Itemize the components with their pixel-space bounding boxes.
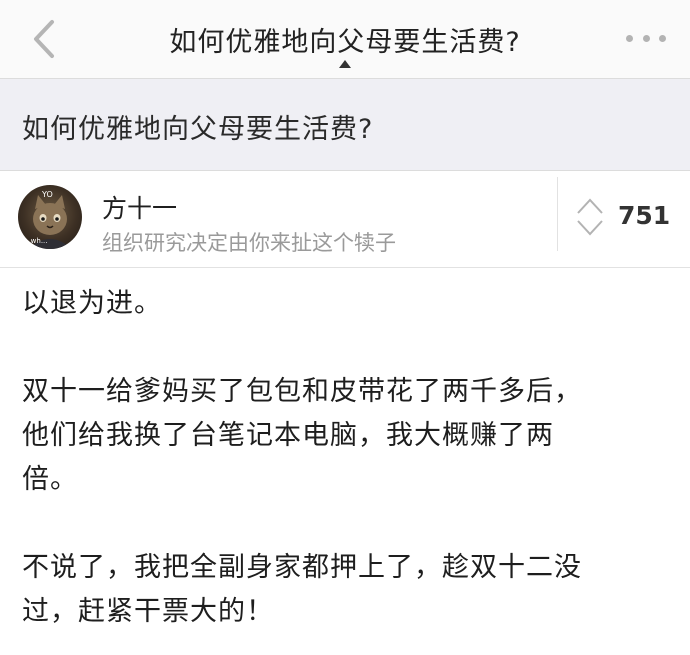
back-button[interactable] bbox=[28, 18, 62, 60]
author-name[interactable]: 方十一 bbox=[102, 189, 177, 225]
more-button[interactable] bbox=[626, 30, 666, 46]
chevron-left-icon bbox=[34, 20, 54, 58]
navbar-title[interactable]: 如何优雅地向父母要生活费? bbox=[100, 20, 590, 59]
vote-button[interactable]: 751 bbox=[572, 193, 682, 243]
answer-body: 以退为进。 双十一给爹妈买了包包和皮带花了两千多后， 他们给我换了台笔记本电脑，… bbox=[22, 282, 672, 634]
avatar[interactable]: YO ...wh... bbox=[18, 185, 82, 249]
answer-paragraph: 以退为进。 bbox=[22, 288, 162, 319]
caret-up-icon bbox=[339, 60, 351, 68]
more-dot-icon bbox=[659, 34, 666, 42]
vote-count: 751 bbox=[618, 201, 671, 230]
avatar-cat-image: YO ...wh... bbox=[24, 190, 72, 249]
avatar-text-top: YO bbox=[41, 190, 53, 199]
answer-paragraph: 不说了，我把全副身家都押上了，趁双十二没 过，赶紧干票大的！ bbox=[22, 552, 582, 627]
author-bio: 组织研究决定由你来扯这个犊子 bbox=[102, 231, 396, 255]
avatar-text-bottom: ...wh... bbox=[24, 237, 48, 245]
top-navbar: 如何优雅地向父母要生活费? bbox=[0, 0, 690, 79]
more-dot-icon bbox=[642, 34, 650, 42]
divider bbox=[557, 177, 558, 251]
more-dot-icon bbox=[626, 34, 633, 42]
author-row: YO ...wh... 方十一 组织研究决定由你来扯这个犊子 751 bbox=[0, 171, 690, 268]
answer-paragraph: 双十一给爹妈买了包包和皮带花了两千多后， 他们给我换了台笔记本电脑，我大概赚了两… bbox=[22, 376, 582, 495]
vote-arrows-icon bbox=[577, 198, 603, 236]
question-header[interactable]: 如何优雅地向父母要生活费? bbox=[0, 79, 690, 171]
question-title[interactable]: 如何优雅地向父母要生活费? bbox=[22, 107, 373, 146]
